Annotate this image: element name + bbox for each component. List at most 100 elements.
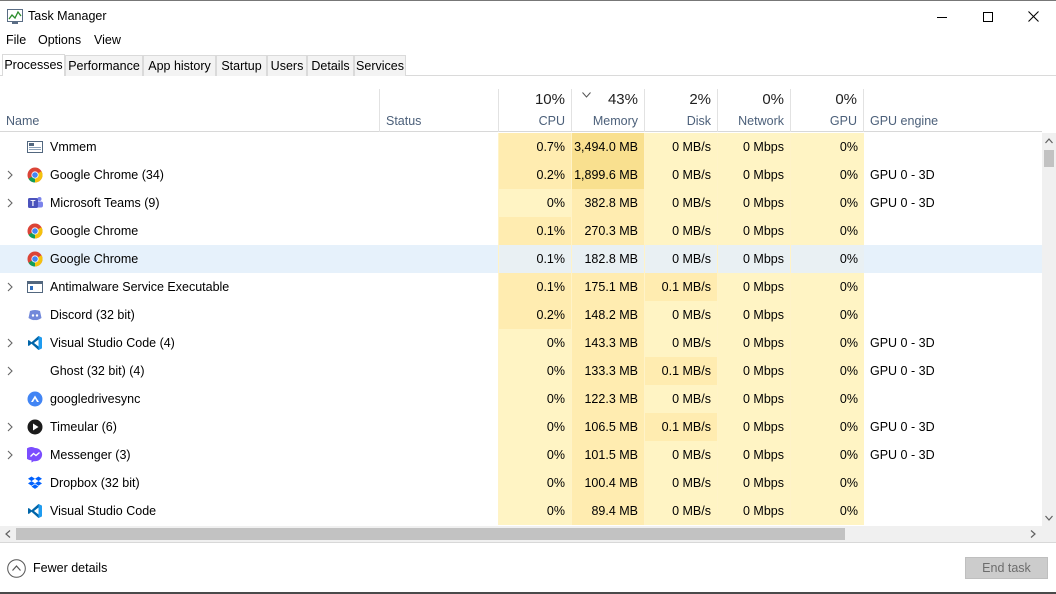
menu-options[interactable]: Options (38, 33, 81, 47)
process-name-cell[interactable]: Google Chrome (34) (0, 161, 379, 189)
process-name-cell[interactable]: Dropbox (32 bit) (0, 469, 379, 497)
expand-chevron-icon[interactable] (6, 450, 14, 460)
column-memory-label: Memory (592, 114, 638, 128)
process-memory: 100.4 MB (571, 469, 644, 497)
tab-users[interactable]: Users (267, 55, 307, 76)
expand-chevron-icon[interactable] (6, 422, 14, 432)
column-cpu[interactable]: 10% CPU (498, 89, 571, 132)
expand-chevron-icon[interactable] (6, 170, 14, 180)
process-name-cell[interactable]: Google Chrome (0, 245, 379, 273)
process-row[interactable]: Vmmem 0.7% 3,494.0 MB 0 MB/s 0 Mbps 0% (0, 133, 1042, 161)
scroll-down-icon[interactable] (1045, 515, 1053, 521)
scroll-up-icon[interactable] (1045, 138, 1053, 144)
timeular-icon (27, 419, 43, 435)
vertical-scrollbar[interactable] (1042, 133, 1056, 526)
process-name-cell[interactable]: Ghost (32 bit) (4) (0, 357, 379, 385)
process-gpu-engine (864, 217, 1042, 245)
process-row[interactable]: Visual Studio Code (4) 0% 143.3 MB 0 MB/s 0 … (0, 329, 1042, 357)
process-gpu: 0% (790, 357, 864, 385)
process-row[interactable]: Antimalware Service Executable 0.1% 175.1 … (0, 273, 1042, 301)
process-row[interactable]: googledrivesync 0% 122.3 MB 0 MB/s 0 Mbps 0% (0, 385, 1042, 413)
column-name[interactable]: Name (0, 89, 379, 132)
dropbox-icon (27, 475, 43, 491)
process-name-cell[interactable]: Visual Studio Code (4) (0, 329, 379, 357)
tab-processes[interactable]: Processes (2, 54, 65, 76)
process-cpu: 0.7% (498, 133, 571, 161)
process-row[interactable]: Timeular (6) 0% 106.5 MB 0.1 MB/s 0 Mbps 0% GP… (0, 413, 1042, 441)
tab-details[interactable]: Details (307, 55, 354, 76)
menu-view[interactable]: View (94, 33, 121, 47)
process-cpu: 0.1% (498, 217, 571, 245)
column-header: Name Status 10% CPU 43% Memory 2% Disk 0… (0, 89, 1042, 132)
expand-chevron-icon[interactable] (6, 282, 14, 292)
process-memory: 148.2 MB (571, 301, 644, 329)
process-name-cell[interactable]: googledrivesync (0, 385, 379, 413)
tab-performance[interactable]: Performance (65, 55, 143, 76)
process-row[interactable]: Google Chrome (34) 0.2% 1,899.6 MB 0 MB/s 0 … (0, 161, 1042, 189)
menu-file[interactable]: File (6, 33, 26, 47)
process-gpu-engine: GPU 0 - 3D (870, 364, 935, 378)
process-status (379, 301, 498, 329)
process-gpu: 0% (790, 329, 864, 357)
close-button[interactable] (1010, 1, 1056, 32)
process-name: Google Chrome (34) (50, 168, 164, 182)
process-name-cell[interactable]: Timeular (6) (0, 413, 379, 441)
process-cpu: 0.1% (498, 273, 571, 301)
column-status[interactable]: Status (379, 89, 498, 132)
process-row[interactable]: Discord (32 bit) 0.2% 148.2 MB 0 MB/s 0 Mbps… (0, 301, 1042, 329)
process-gpu: 0% (790, 245, 864, 273)
process-network: 0 Mbps (717, 133, 790, 161)
process-name-cell[interactable]: Google Chrome (0, 217, 379, 245)
process-name-cell[interactable]: Messenger (3) (0, 441, 379, 469)
tab-services[interactable]: Services (354, 55, 406, 76)
scroll-left-icon[interactable] (5, 530, 11, 538)
process-name-cell[interactable]: Discord (32 bit) (0, 301, 379, 329)
messenger-icon (24, 447, 43, 463)
process-memory: 106.5 MB (571, 413, 644, 441)
column-memory[interactable]: 43% Memory (571, 89, 644, 132)
column-gpu-engine[interactable]: GPU engine (863, 89, 1042, 132)
expand-chevron-icon[interactable] (6, 198, 14, 208)
process-row[interactable]: Dropbox (32 bit) 0% 100.4 MB 0 MB/s 0 Mbps 0% (0, 469, 1042, 497)
process-name-cell[interactable]: Vmmem (0, 133, 379, 161)
process-disk: 0 MB/s (644, 497, 717, 525)
column-gpu[interactable]: 0% GPU (790, 89, 863, 132)
column-network[interactable]: 0% Network (717, 89, 790, 132)
horizontal-scroll-thumb[interactable] (16, 528, 845, 540)
fewer-details-icon[interactable] (7, 559, 26, 578)
process-disk: 0 MB/s (644, 161, 717, 189)
cpu-total: 10% (534, 91, 565, 108)
process-cpu: 0% (498, 497, 571, 525)
process-row[interactable]: Google Chrome 0.1% 182.8 MB 0 MB/s 0 Mbps 0% (0, 245, 1042, 273)
tab-app-history[interactable]: App history (143, 55, 216, 76)
process-name-cell[interactable]: Antimalware Service Executable (0, 273, 379, 301)
process-disk: 0 MB/s (644, 245, 717, 273)
process-gpu-engine (864, 133, 1042, 161)
expand-chevron-icon[interactable] (6, 366, 14, 376)
end-task-button[interactable]: End task (965, 557, 1048, 579)
process-row[interactable]: Google Chrome 0.1% 270.3 MB 0 MB/s 0 Mbps 0% (0, 217, 1042, 245)
expand-chevron-icon[interactable] (6, 338, 14, 348)
maximize-button[interactable] (965, 1, 1011, 32)
vertical-scroll-thumb[interactable] (1044, 150, 1054, 167)
minimize-button[interactable] (919, 1, 965, 32)
process-row[interactable]: Messenger (3) 0% 101.5 MB 0 MB/s 0 Mbps 0% GPU… (0, 441, 1042, 469)
process-row[interactable]: Ghost (32 bit) (4) 0% 133.3 MB 0.1 MB/s 0 Mb… (0, 357, 1042, 385)
process-memory: 182.8 MB (571, 245, 644, 273)
scroll-right-icon[interactable] (1030, 530, 1036, 538)
column-disk-label: Disk (686, 114, 711, 128)
process-row[interactable]: Visual Studio Code 0% 89.4 MB 0 MB/s 0 Mbps 0… (0, 497, 1042, 525)
process-gpu: 0% (790, 385, 864, 413)
process-name-cell[interactable]: T Microsoft Teams (9) (0, 189, 379, 217)
column-disk[interactable]: 2% Disk (644, 89, 717, 132)
process-gpu: 0% (790, 133, 864, 161)
google-drive-icon (27, 391, 43, 407)
process-name-cell[interactable]: Visual Studio Code (0, 497, 379, 525)
horizontal-scrollbar[interactable] (0, 526, 1042, 542)
fewer-details-link[interactable]: Fewer details (33, 561, 107, 575)
process-disk: 0 MB/s (644, 441, 717, 469)
process-disk: 0 MB/s (644, 329, 717, 357)
process-row[interactable]: T Microsoft Teams (9) 0% 382.8 MB 0 MB/s 0 Mb… (0, 189, 1042, 217)
antimalware-icon (27, 279, 43, 295)
tab-startup[interactable]: Startup (216, 55, 267, 76)
